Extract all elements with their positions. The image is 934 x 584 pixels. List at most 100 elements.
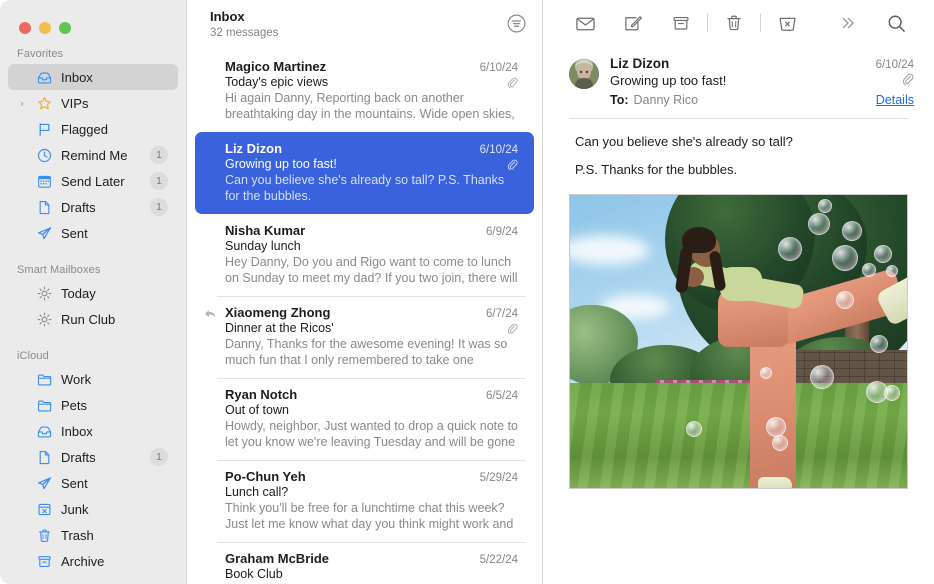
message-list-item[interactable]: Ryan Notch6/5/24Out of townHowdy, neighb…	[195, 378, 534, 460]
paperclip-icon	[902, 72, 914, 90]
mail-window: Favorites Inbox › VIPs FlaggedRemind Me1Send…	[0, 0, 934, 584]
sidebar-item-label: VIPs	[61, 96, 170, 111]
folder-icon	[36, 372, 53, 387]
message-list-column: Inbox 32 messages Magico Martinez6/10/24…	[186, 0, 543, 584]
delete-button[interactable]	[710, 8, 758, 38]
message-list-item[interactable]: Graham McBride5/22/24Book ClubAre you fr…	[195, 542, 534, 584]
sidebar-item-label: Archive	[61, 554, 170, 569]
sidebar-item-pets[interactable]: Pets	[8, 392, 178, 418]
sidebar-item-label: Trash	[61, 528, 170, 543]
sidebar-item-label: Sent	[61, 226, 170, 241]
paper-plane-icon	[36, 476, 53, 491]
more-button[interactable]	[824, 8, 872, 38]
sidebar-item-send-later[interactable]: Send Later1	[8, 168, 178, 194]
message-list-item[interactable]: Po-Chun Yeh5/29/24Lunch call?Think you'l…	[195, 460, 534, 542]
sidebar-item-drafts[interactable]: Drafts 1	[8, 194, 178, 220]
archive-icon	[36, 554, 53, 569]
message-subject: Out of town	[225, 403, 289, 417]
document-icon	[36, 450, 53, 465]
star-icon	[36, 96, 53, 111]
message-date: 6/7/24	[486, 308, 518, 320]
junk-icon	[36, 502, 53, 517]
message-subject: Dinner at the Ricos'	[225, 321, 334, 335]
sidebar-section-label: Favorites	[0, 40, 186, 64]
flag-icon	[36, 122, 53, 137]
gear-icon	[36, 312, 53, 327]
message-list-item[interactable]: Magico Martinez6/10/24Today's epic views…	[195, 50, 534, 132]
sidebar: Favorites Inbox › VIPs FlaggedRemind Me1Send…	[0, 0, 186, 584]
message-sender: Ryan Notch	[225, 387, 297, 402]
sidebar-item-label: Run Club	[61, 312, 170, 327]
search-button[interactable]	[872, 8, 920, 38]
toolbar-divider	[760, 14, 761, 32]
sidebar-item-inbox[interactable]: Inbox	[8, 64, 178, 90]
sidebar-item-label: Work	[61, 372, 170, 387]
unread-badge: 1	[150, 146, 168, 164]
message-preview: Can you believe she's already so tall? P…	[225, 172, 518, 204]
zoom-button[interactable]	[59, 22, 71, 34]
sidebar-item-vips[interactable]: › VIPs	[8, 90, 178, 116]
unread-badge: 1	[150, 198, 168, 216]
sidebar-item-label: Inbox	[61, 70, 170, 85]
message-list[interactable]: Magico Martinez6/10/24Today's epic views…	[187, 50, 542, 584]
sidebar-item-remind-me[interactable]: Remind Me1	[8, 142, 178, 168]
message-body: Can you believe she's already so tall?P.…	[543, 119, 934, 190]
message-list-item[interactable]: Liz Dizon6/10/24Growing up too fast!Can …	[195, 132, 534, 214]
body-paragraph: Can you believe she's already so tall?	[575, 134, 908, 150]
mailbox-title: Inbox	[210, 9, 278, 25]
message-date: 6/9/24	[486, 226, 518, 238]
sidebar-item-flagged[interactable]: Flagged	[8, 116, 178, 142]
sidebar-item-today[interactable]: Today	[8, 280, 178, 306]
sidebar-item-inbox[interactable]: Inbox	[8, 418, 178, 444]
sidebar-item-drafts[interactable]: Drafts1	[8, 444, 178, 470]
sidebar-item-work[interactable]: Work	[8, 366, 178, 392]
sidebar-item-run-club[interactable]: Run Club	[8, 306, 178, 332]
message-date: 6/5/24	[486, 390, 518, 402]
compose-button[interactable]	[609, 8, 657, 38]
inbox-icon	[36, 70, 53, 85]
sidebar-item-label: Pets	[61, 398, 170, 413]
minimize-button[interactable]	[39, 22, 51, 34]
message-subject: Growing up too fast!	[225, 157, 337, 171]
sidebar-item-label: Drafts	[61, 200, 142, 215]
paperclip-icon	[506, 159, 518, 170]
traffic-lights	[0, 0, 186, 40]
message-sender: Nisha Kumar	[225, 223, 305, 238]
message-sender: Xiaomeng Zhong	[225, 305, 330, 320]
to-value: Danny Rico	[634, 93, 699, 107]
message-subject: Today's epic views	[225, 75, 328, 89]
paperclip-icon	[506, 323, 518, 334]
sidebar-item-sent[interactable]: Sent	[8, 470, 178, 496]
message-count: 32 messages	[210, 26, 278, 41]
toolbar-divider	[707, 14, 708, 32]
sidebar-item-junk[interactable]: Junk	[8, 496, 178, 522]
message-list-item[interactable]: Nisha Kumar 6/9/24 Sunday lunchHey Danny, …	[195, 214, 534, 296]
message-date: 6/10/24	[480, 62, 518, 74]
message-preview: Hey Danny, Do you and Rigo want to come …	[225, 254, 518, 286]
sidebar-item-label: Junk	[61, 502, 170, 517]
sidebar-section-label: Smart Mailboxes	[0, 256, 186, 280]
trash-icon	[36, 528, 53, 543]
sidebar-item-label: Drafts	[61, 450, 142, 465]
attachment-photo[interactable]	[569, 194, 908, 489]
close-button[interactable]	[19, 22, 31, 34]
sidebar-item-sent[interactable]: Sent	[8, 220, 178, 246]
sidebar-item-archive[interactable]: Archive	[8, 548, 178, 574]
message-subject: Lunch call?	[225, 485, 288, 499]
unread-badge: 1	[150, 172, 168, 190]
junk-button[interactable]	[763, 8, 811, 38]
details-link[interactable]: Details	[876, 93, 914, 107]
archive-button[interactable]	[657, 8, 705, 38]
chevron-right-icon[interactable]: ›	[16, 98, 28, 108]
paperclip-icon	[506, 77, 518, 88]
mark-unread-button[interactable]	[561, 8, 609, 38]
message-subject: Sunday lunch	[225, 239, 301, 253]
replied-icon	[203, 307, 217, 321]
message-subject: Book Club	[225, 567, 283, 581]
message-list-item[interactable]: Xiaomeng Zhong 6/7/24 Dinner at the Ricos'…	[195, 296, 534, 378]
folder-icon	[36, 398, 53, 413]
message-preview: Hi again Danny, Reporting back on anothe…	[225, 90, 518, 122]
message-sender: Graham McBride	[225, 551, 329, 566]
sidebar-item-trash[interactable]: Trash	[8, 522, 178, 548]
filter-icon[interactable]	[504, 11, 528, 35]
